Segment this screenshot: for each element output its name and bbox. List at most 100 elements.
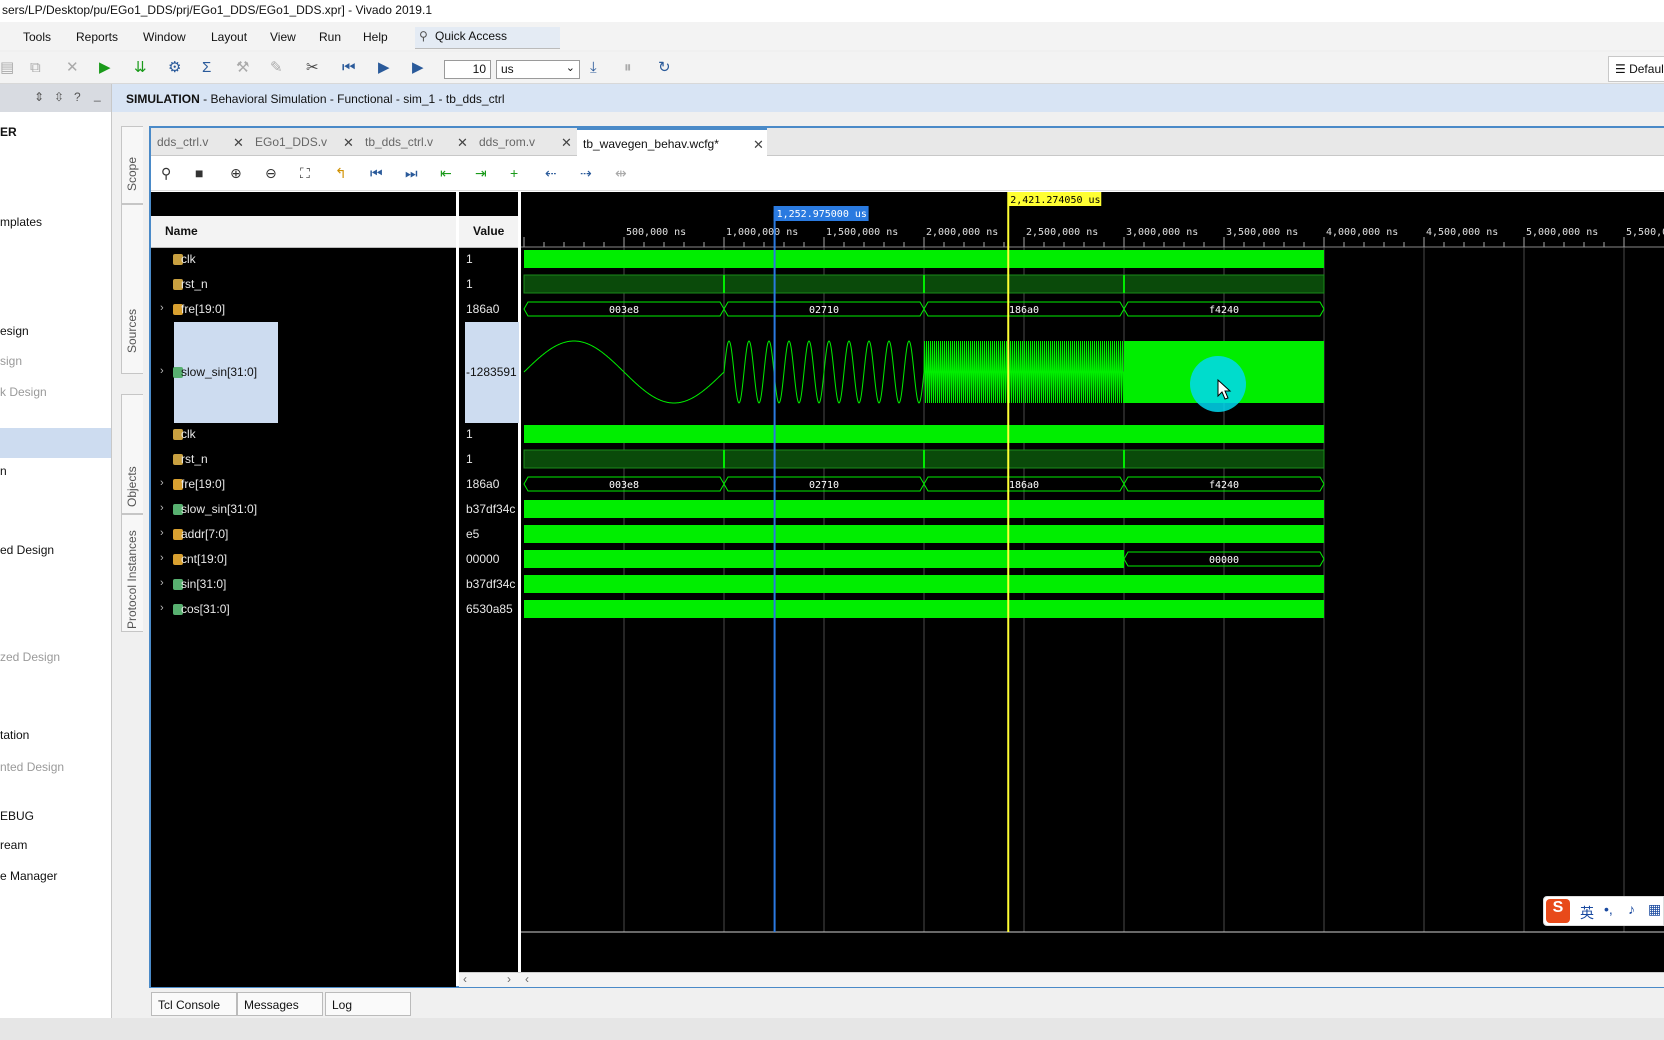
swap-cursors-icon[interactable]: ⇹ — [615, 165, 627, 181]
signal-name: slow_sin[31:0] — [181, 502, 258, 516]
expand-chevron-icon[interactable]: › — [160, 577, 164, 589]
signal-row[interactable]: clk — [151, 249, 456, 269]
bus-value-label: 02710 — [809, 305, 839, 316]
clk-wave — [524, 250, 1324, 268]
expand-chevron-icon[interactable]: › — [160, 365, 164, 377]
relaunch-icon[interactable]: ↻ — [658, 60, 671, 75]
expand-chevron-icon[interactable]: › — [160, 477, 164, 489]
new-file-icon[interactable]: ▤ — [0, 60, 14, 75]
flow-item-synthesized-design[interactable]: zed Design — [0, 650, 60, 664]
tab-protocol-instances[interactable]: Protocol Instances — [121, 514, 143, 632]
waveform-canvas[interactable]: 500,000 ns 1,000,000 ns 1,500,000 ns 2,000,… — [521, 192, 1664, 987]
scroll-left-icon[interactable]: ‹ — [463, 972, 467, 986]
scroll-left-icon[interactable]: ‹ — [525, 972, 529, 986]
microphone-icon[interactable]: ♪ — [1628, 901, 1635, 917]
signal-row[interactable]: clk — [151, 424, 456, 444]
punctuation-icon[interactable]: •, — [1604, 901, 1613, 917]
blue-marker-label: 1,252.975000 us — [777, 209, 867, 220]
side-tabs: Scope Sources Objects Protocol Instances — [112, 112, 144, 992]
time-tick-label: 5,000,000 ns — [1526, 227, 1598, 238]
time-tick-label: 2,500,000 ns — [1026, 227, 1098, 238]
flow-item-implemented-design[interactable]: nted Design — [0, 760, 64, 774]
signal-row[interactable]: › slow_sin[31:0] — [151, 499, 456, 519]
run-icon[interactable]: ▶ — [99, 60, 111, 75]
time-tick-label: 1,000,000 ns — [726, 227, 798, 238]
ime-language-label[interactable]: 英 — [1580, 903, 1594, 923]
close-icon[interactable]: ✕ — [561, 135, 572, 151]
tab-tb-wavegen-wcfg[interactable]: tb_wavegen_behav.wcfg* ✕ — [577, 128, 767, 156]
close-icon[interactable]: ✕ — [753, 137, 764, 153]
signal-value: e5 — [466, 527, 480, 541]
tab-scope[interactable]: Scope — [121, 126, 143, 204]
flow-item-selected[interactable] — [0, 428, 111, 458]
expand-chevron-icon[interactable]: › — [160, 552, 164, 564]
signal-row[interactable]: › addr[7:0] — [151, 524, 456, 544]
expand-chevron-icon[interactable]: › — [160, 502, 164, 514]
tab-sources[interactable]: Sources — [121, 204, 143, 374]
signal-name: sin[31:0] — [181, 577, 227, 591]
flow-navigator: ⇕ ⇳ ? _ ER mplates esign sign k Design n… — [0, 84, 112, 1040]
flow-item-design[interactable]: esign — [0, 324, 29, 338]
flow-item-block-design[interactable]: k Design — [0, 385, 47, 399]
ime-toolbar[interactable]: S 英 •, ♪ ▦ — [1543, 896, 1664, 926]
next-marker-icon[interactable]: ⇢ — [580, 165, 592, 181]
time-tick-label: 1,500,000 ns — [826, 227, 898, 238]
bus-value-label: 186a0 — [1009, 480, 1039, 491]
signal-name: rst_n — [181, 277, 208, 291]
tab-objects[interactable]: Objects — [121, 394, 143, 514]
horizontal-scrollbar[interactable]: ‹ › ‹ — [459, 972, 1664, 987]
time-tick-label: 4,500,000 ns — [1426, 227, 1498, 238]
menu-reports[interactable]: Reports — [76, 30, 118, 44]
minimize-icon[interactable]: _ — [94, 88, 101, 102]
keyboard-icon[interactable]: ▦ — [1648, 901, 1661, 918]
tab-log[interactable]: Log — [325, 992, 411, 1016]
flow-section-header: ER — [0, 125, 17, 139]
flow-section-debug: EBUG — [0, 809, 35, 823]
break-icon[interactable]: ⏸ — [624, 60, 632, 75]
time-tick-label: 3,000,000 ns — [1126, 227, 1198, 238]
flow-item-templates[interactable]: mplates — [0, 215, 42, 229]
program-icon[interactable]: ⇊ — [134, 60, 147, 75]
signal-row[interactable]: rst_n — [151, 274, 456, 294]
signal-value: 1 — [466, 277, 473, 291]
flow-item-elaborated-design[interactable]: ed Design — [0, 543, 54, 557]
signal-name: clk — [181, 252, 196, 266]
tab-messages[interactable]: Messages — [237, 992, 323, 1016]
cos-wave — [524, 600, 1324, 618]
signal-row[interactable]: › cos[31:0] — [151, 599, 456, 619]
signal-value: 1 — [466, 427, 473, 441]
collapse-all-icon[interactable]: ⇕ — [34, 90, 44, 104]
signal-name: addr[7:0] — [181, 527, 229, 541]
signal-name: cnt[19:0] — [181, 552, 228, 566]
signal-row[interactable]: rst_n — [151, 449, 456, 469]
signal-row[interactable]: › slow_sin[31:0] — [151, 362, 456, 382]
help-icon[interactable]: ? — [74, 90, 81, 104]
signal-row[interactable]: › fre[19:0] — [151, 474, 456, 494]
signal-row[interactable]: › sin[31:0] — [151, 574, 456, 594]
bus-value-label: f4240 — [1209, 305, 1239, 316]
expand-chevron-icon[interactable]: › — [160, 602, 164, 614]
signal-value-list: 1 1 186a0 -1283591 1 1 186a0 b37df34c e5 00000 b37… — [459, 0, 518, 1040]
flow-item-bitstream[interactable]: ream — [0, 838, 27, 852]
flow-item-design-dim[interactable]: sign — [0, 354, 22, 368]
signal-row[interactable]: › cnt[19:0] — [151, 549, 456, 569]
expand-chevron-icon[interactable]: › — [160, 527, 164, 539]
flow-item-implementation[interactable]: tation — [0, 728, 29, 742]
clk-wave — [524, 425, 1324, 443]
menu-tools[interactable]: Tools — [23, 30, 51, 44]
flow-item-hardware-manager[interactable]: e Manager — [0, 869, 57, 883]
flow-item-simulation[interactable]: n — [0, 464, 7, 478]
copy-icon[interactable]: ⧉ — [30, 60, 41, 75]
step-icon[interactable]: ⤓ — [590, 60, 597, 75]
waveform-area[interactable]: 500,000 ns 1,000,000 ns 1,500,000 ns 2,000,… — [521, 192, 1664, 987]
scroll-right-icon[interactable]: › — [507, 972, 511, 986]
expand-icon[interactable]: ⇳ — [54, 90, 64, 104]
signal-row[interactable]: › fre[19:0] — [151, 299, 456, 319]
tab-tcl-console[interactable]: Tcl Console — [151, 992, 237, 1016]
signal-value: 186a0 — [466, 477, 500, 491]
expand-chevron-icon[interactable]: › — [160, 302, 164, 314]
delete-icon[interactable]: ✕ — [66, 60, 79, 75]
bus-value-label: 003e8 — [609, 480, 639, 491]
default-layout-button[interactable]: ☰ Default Layout — [1608, 56, 1664, 82]
previous-marker-icon[interactable]: ⇠ — [545, 165, 557, 181]
